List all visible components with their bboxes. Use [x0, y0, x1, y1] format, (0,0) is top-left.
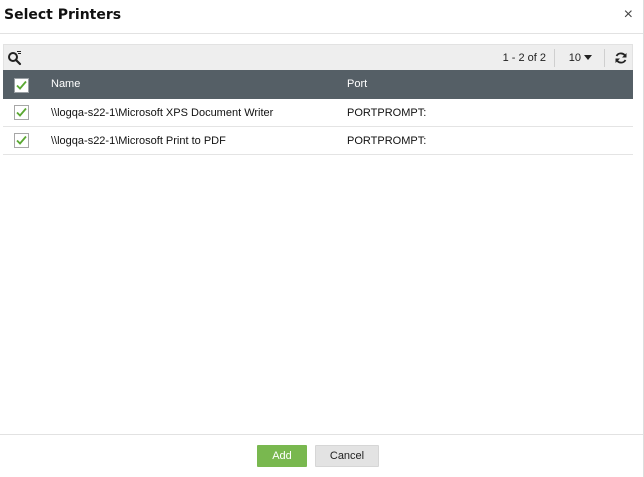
printer-port: PORTPROMPT: — [347, 107, 427, 119]
select-all-checkbox[interactable] — [14, 78, 29, 93]
page-size-value: 10 — [568, 52, 581, 64]
cancel-button[interactable]: Cancel — [315, 445, 379, 467]
refresh-icon[interactable] — [614, 51, 628, 65]
grid-toolbar: 1 - 2 of 2 10 — [3, 44, 633, 70]
printer-name: \\logqa-s22-1\Microsoft Print to PDF — [51, 135, 226, 147]
select-printers-dialog: Select Printers × 1 - 2 of 2 10 Name Por… — [0, 0, 644, 477]
printer-name: \\logqa-s22-1\Microsoft XPS Document Wri… — [51, 107, 274, 119]
printers-table: Name Port \\logqa-s22-1\Microsoft XPS Do… — [3, 70, 633, 155]
dialog-header: Select Printers × — [0, 0, 643, 34]
dialog-title: Select Printers — [4, 7, 122, 23]
chevron-down-icon — [584, 55, 592, 60]
table-row[interactable]: \\logqa-s22-1\Microsoft XPS Document Wri… — [3, 99, 633, 127]
dialog-footer: Add Cancel — [0, 434, 643, 477]
table-row[interactable]: \\logqa-s22-1\Microsoft Print to PDF POR… — [3, 127, 633, 155]
toolbar-divider — [604, 49, 605, 67]
page-size-select[interactable]: 10 — [569, 52, 592, 64]
close-icon[interactable]: × — [624, 6, 633, 24]
add-button[interactable]: Add — [257, 445, 307, 467]
toolbar-divider — [554, 49, 555, 67]
table-header: Name Port — [3, 70, 633, 99]
column-header-port[interactable]: Port — [347, 78, 367, 90]
paging-info: 1 - 2 of 2 — [502, 52, 546, 64]
column-header-name[interactable]: Name — [51, 78, 80, 90]
search-filter-icon[interactable] — [7, 50, 23, 66]
row-checkbox[interactable] — [14, 105, 29, 120]
row-checkbox[interactable] — [14, 133, 29, 148]
printer-port: PORTPROMPT: — [347, 135, 427, 147]
